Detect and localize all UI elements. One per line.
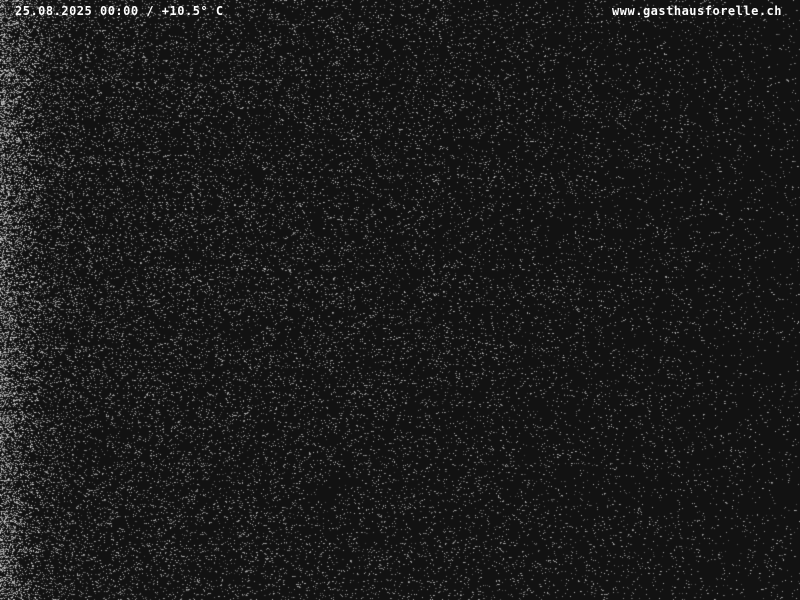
website-overlay: www.gasthausforelle.ch: [612, 4, 782, 18]
timestamp-overlay: 25.08.2025 00:00 / +10.5° C: [15, 4, 224, 18]
night-noise-image: [0, 0, 800, 600]
website-text: www.gasthausforelle.ch: [612, 4, 782, 18]
separator-text: /: [146, 4, 155, 18]
webcam-frame: 25.08.2025 00:00 / +10.5° C www.gasthaus…: [0, 0, 800, 600]
temperature-text: +10.5° C: [161, 4, 224, 18]
timestamp-text: 25.08.2025 00:00: [15, 4, 139, 18]
